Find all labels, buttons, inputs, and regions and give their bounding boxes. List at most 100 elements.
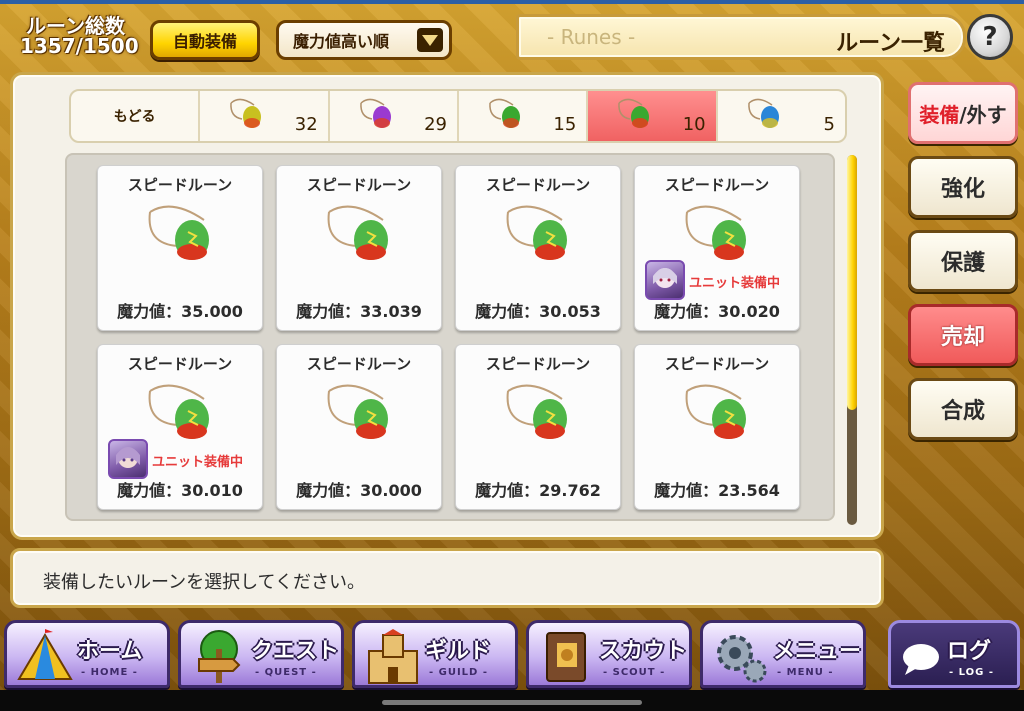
rune-card[interactable]: スピードルーン ユニット装備中 魔力値：30.020 (634, 165, 800, 331)
rune-gem-icon (230, 98, 262, 128)
nav-label: ログ (947, 639, 992, 664)
combine-button[interactable]: 合成 (908, 378, 1018, 440)
rune-grid: スピードルーン 魔力値：35.000 スピードルーン 魔力値：33.039 スピ… (65, 153, 835, 521)
tab-rune-type-1[interactable]: 32 (200, 91, 330, 141)
rune-gem-icon (506, 205, 567, 260)
book-icon (546, 632, 586, 682)
rune-gem-icon (506, 384, 567, 439)
enhance-button[interactable]: 強化 (908, 156, 1018, 218)
title-banner: - Runes - ルーン一覧 (516, 14, 966, 60)
tab-count: 29 (424, 114, 447, 135)
rune-power-value: 魔力値：23.564 (654, 481, 780, 500)
castle-icon (368, 629, 418, 684)
rune-name: スピードルーン (664, 176, 770, 194)
rune-card[interactable]: スピードルーン 魔力値：30.000 (276, 344, 442, 510)
help-button[interactable]: ? (967, 14, 1013, 60)
rune-card[interactable]: スピードルーン ユニット装備中 魔力値：30.010 (97, 344, 263, 510)
rune-card[interactable]: スピードルーン 魔力値：29.762 (455, 344, 621, 510)
rune-name: スピードルーン (664, 355, 770, 373)
nav-sublabel: - GUILD - (429, 667, 488, 678)
rune-name: スピードルーン (127, 355, 233, 373)
tab-count: 15 (553, 114, 577, 135)
nav-label: ホーム (77, 639, 143, 664)
equip-unequip-button[interactable]: 装備/外す (908, 82, 1018, 144)
tab-count: 32 (294, 114, 318, 135)
tab-rune-type-3[interactable]: 15 (459, 91, 589, 141)
tab-rune-type-4[interactable]: 10 (588, 91, 718, 141)
rune-gem-icon (747, 98, 779, 128)
sort-selected-label: 魔力値高い順 (293, 32, 390, 51)
signpost-icon (198, 630, 241, 683)
rune-power-value: 魔力値：29.762 (475, 481, 601, 500)
unequip-label: /外す (959, 102, 1007, 127)
rune-name: スピードルーン (306, 355, 412, 373)
rune-type-tabs: もどる 32 29 15 10 5 (69, 89, 847, 143)
game-screen: ルーン総数 1357/1500 自動装備 魔力値高い順 - Runes - ルー… (0, 0, 1024, 711)
nav-guild-button[interactable]: ギルド - GUILD - (352, 620, 518, 688)
rune-name: スピードルーン (485, 176, 591, 194)
message-bar: 装備したいルーンを選択してください。 (10, 548, 884, 608)
chevron-down-icon (417, 28, 443, 52)
nav-menu-button[interactable]: メニュー - MENU - (700, 620, 866, 688)
rune-card[interactable]: スピードルーン 魔力値：33.039 (276, 165, 442, 331)
nav-label: メニュー (773, 639, 862, 664)
title-english: - Runes - (547, 25, 636, 49)
nav-sublabel: - HOME - (81, 667, 138, 678)
tab-rune-type-5[interactable]: 5 (718, 91, 845, 141)
sort-select[interactable]: 魔力値高い順 (276, 20, 452, 60)
rune-power-value: 魔力値：30.010 (117, 481, 243, 500)
nav-home-button[interactable]: ホーム - HOME - (4, 620, 170, 688)
rune-power-value: 魔力値：30.053 (475, 302, 601, 321)
protect-button[interactable]: 保護 (908, 230, 1018, 292)
chat-bubble-icon (903, 644, 939, 675)
equipped-status: ユニット装備中 (152, 455, 244, 470)
instruction-message: 装備したいルーンを選択してください。 (43, 572, 366, 593)
rune-gem-icon (618, 98, 650, 128)
rune-gem-icon (359, 98, 391, 128)
nav-label: ギルド (425, 639, 492, 664)
top-strip (0, 0, 1024, 4)
auto-equip-button[interactable]: 自動装備 (150, 20, 260, 60)
rune-power-value: 魔力値：30.000 (296, 481, 422, 500)
rune-name: スピードルーン (485, 355, 591, 373)
rune-power-value: 魔力値：30.020 (654, 302, 780, 321)
rune-gem-icon (685, 205, 746, 260)
rune-list-panel: もどる 32 29 15 10 5 スピードルーン 魔力値：35.000 スピー… (10, 72, 884, 540)
rune-name: スピードルーン (127, 176, 233, 194)
rune-count-value: 1357/1500 (20, 34, 139, 58)
nav-label: スカウト (599, 639, 688, 664)
tab-count: 5 (823, 114, 835, 135)
rune-card[interactable]: スピードルーン 魔力値：23.564 (634, 344, 800, 510)
rune-gem-icon (489, 98, 520, 128)
home-indicator[interactable] (382, 700, 642, 705)
rune-card[interactable]: スピードルーン 魔力値：30.053 (455, 165, 621, 331)
gear-icon (717, 635, 767, 683)
equipped-unit-avatar (108, 439, 148, 479)
back-tab[interactable]: もどる (71, 91, 201, 141)
rune-gem-icon (148, 205, 209, 260)
sell-button[interactable]: 売却 (908, 304, 1018, 366)
nav-sublabel: - QUEST - (255, 667, 317, 678)
scrollbar-thumb[interactable] (847, 155, 857, 410)
rune-name: スピードルーン (306, 176, 412, 194)
nav-quest-button[interactable]: クエスト - QUEST - (178, 620, 344, 688)
equip-label: 装備 (919, 102, 960, 127)
tent-icon (17, 629, 73, 680)
scrollbar[interactable] (847, 155, 857, 525)
tab-count: 10 (682, 114, 706, 135)
rune-gem-icon (327, 384, 388, 439)
nav-sublabel: - LOG - (949, 667, 994, 678)
nav-sublabel: - MENU - (777, 667, 834, 678)
page-title: ルーン一覧 (836, 31, 945, 56)
rune-gem-icon (685, 384, 746, 439)
nav-sublabel: - SCOUT - (603, 667, 666, 678)
nav-label: クエスト (251, 639, 340, 664)
rune-gem-icon (327, 205, 388, 260)
tab-rune-type-2[interactable]: 29 (330, 91, 459, 141)
rune-power-value: 魔力値：33.039 (296, 302, 422, 321)
rune-gem-icon (148, 384, 209, 439)
nav-scout-button[interactable]: スカウト - SCOUT - (526, 620, 692, 688)
nav-log-button[interactable]: ログ - LOG - (888, 620, 1020, 688)
rune-card[interactable]: スピードルーン 魔力値：35.000 (97, 165, 263, 331)
equipped-unit-avatar (645, 260, 685, 300)
